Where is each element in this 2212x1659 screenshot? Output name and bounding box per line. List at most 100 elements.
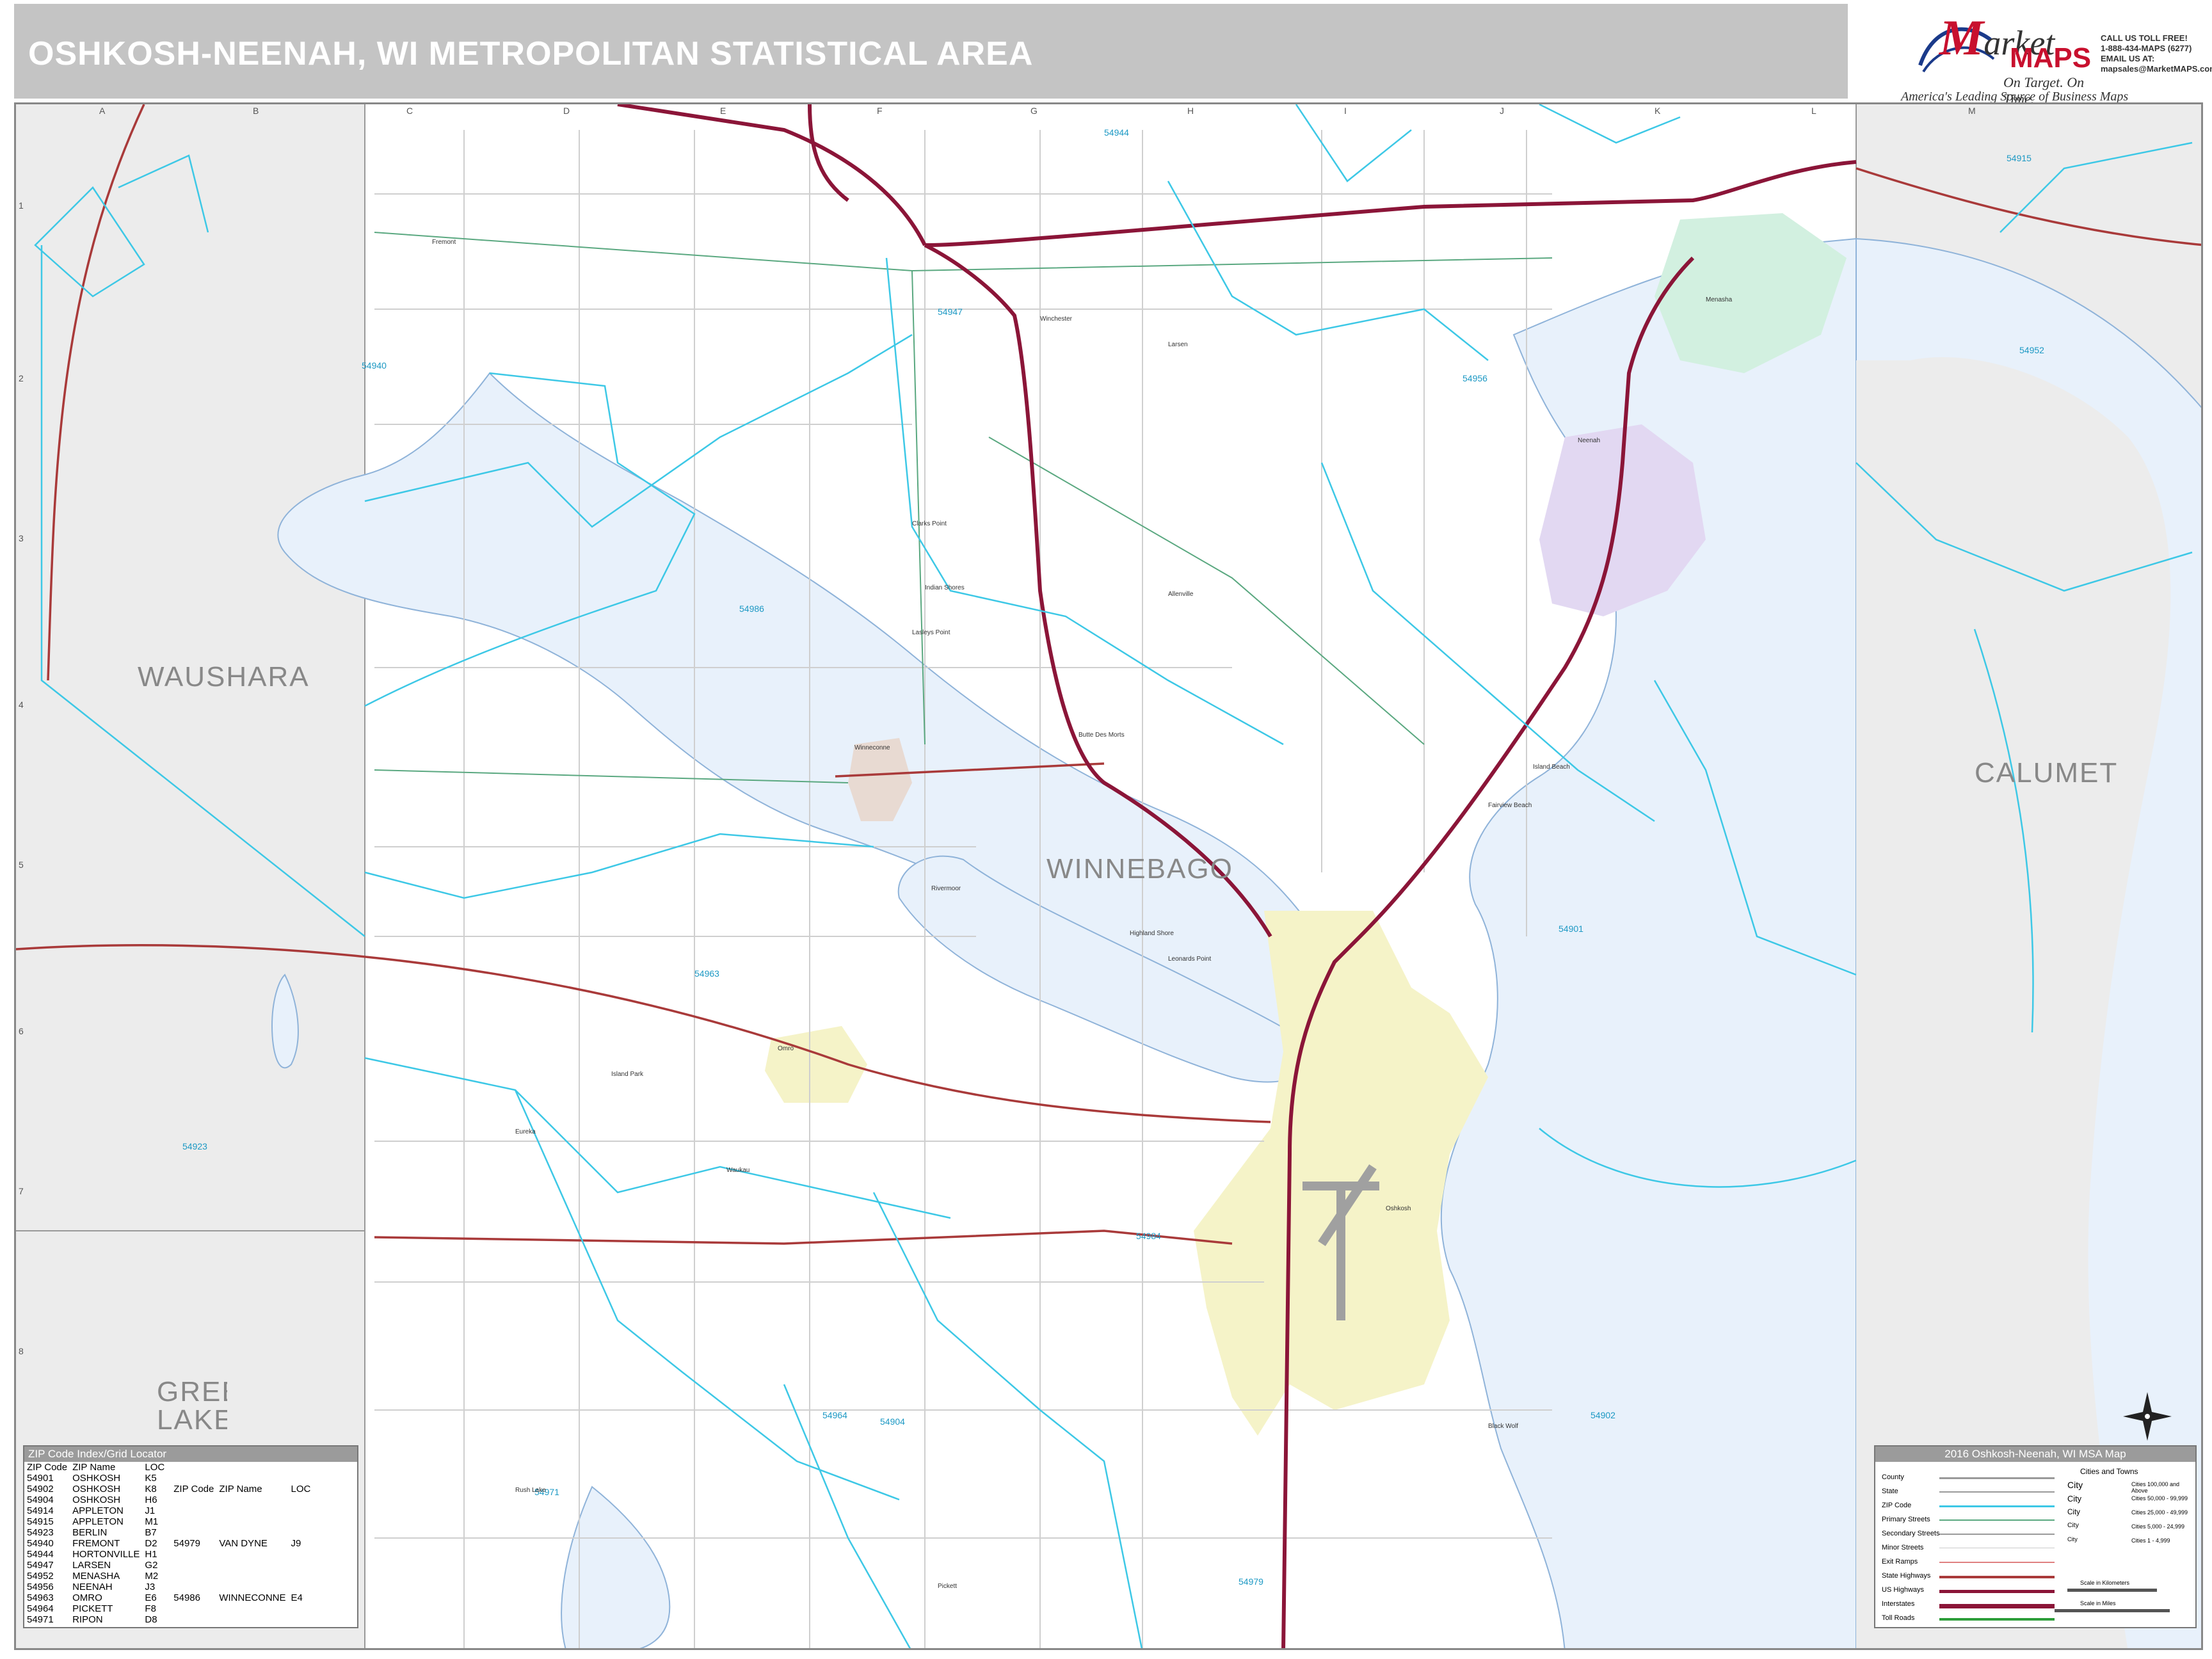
place-label: Leonards Point (1168, 956, 1212, 963)
zip-label: 54940 (362, 360, 387, 371)
zip-index-cell: NEENAH (72, 1582, 113, 1592)
zip-index-cell: APPLETON (72, 1516, 124, 1527)
zip-index-cell: H1 (145, 1549, 157, 1560)
legend-row-label: ZIP Code (1882, 1502, 1912, 1509)
contact-phone: 1-888-434-MAPS (6277) (2101, 44, 2192, 53)
zip-code-index: ZIP Code Index/Grid Locator ZIP Code ZIP… (23, 1445, 358, 1628)
legend-row-label: Primary Streets (1882, 1516, 1930, 1523)
logo-maps-text: MAPS (2010, 42, 2092, 74)
place-label: Butte Des Morts (1078, 732, 1125, 739)
legend-row-label: Toll Roads (1882, 1614, 1915, 1622)
zip-index-cell: 54971 (27, 1614, 54, 1625)
zip-index-row: 54940 FREMONT D2 (27, 1538, 170, 1549)
legend-scale-km: Scale in Kilometers (2080, 1580, 2130, 1586)
zip-index-cell: G2 (145, 1560, 158, 1571)
place-label: Fairview Beach (1488, 802, 1532, 809)
zip-label: 54952 (2019, 345, 2044, 355)
map-canvas[interactable]: A B C D E F G H I J K L M 1 2 3 4 5 6 7 … (14, 102, 2203, 1650)
place-label: Eureka (515, 1128, 536, 1135)
legend-city-name: City (2067, 1522, 2079, 1529)
grid-number-1: 1 (19, 200, 24, 211)
zip-index-cell: D8 (145, 1614, 157, 1625)
zip-index-cell: M1 (145, 1516, 159, 1527)
title-bar: OSHKOSH-NEENAH, WI METROPOLITAN STATISTI… (14, 4, 1848, 99)
zip-index-row: 54944 HORTONVILLE H1 (27, 1549, 170, 1560)
place-label: Oshkosh (1386, 1205, 1411, 1212)
zip-index-cell: J1 (145, 1505, 156, 1516)
legend-city-name: City (2067, 1536, 2078, 1543)
grid-letter-j: J (1500, 106, 1504, 116)
legend-row-swatch (1939, 1505, 2055, 1507)
zip-index-row: 54923 BERLIN B7 (27, 1527, 170, 1538)
legend-row-label: Interstates (1882, 1600, 1915, 1608)
zip-index-row: 54963 OMRO E6 (27, 1592, 170, 1603)
zip-index-cell: D2 (145, 1538, 157, 1549)
legend-row-swatch (1939, 1534, 2055, 1535)
zip-index-cell: 54915 (27, 1516, 54, 1527)
zip-index-cell: MENASHA (72, 1571, 120, 1582)
legend-row-swatch (1939, 1576, 2055, 1578)
place-label: Rivermoor (931, 885, 961, 892)
zip-index-cell: 54952 (27, 1571, 54, 1582)
zip-index-row: 54986 WINNECONNE E4 (173, 1571, 316, 1625)
legend-city-name: City (2067, 1494, 2082, 1503)
zip-index-cell: K8 (145, 1484, 157, 1495)
grid-number-6: 6 (19, 1026, 24, 1036)
scale-bar-mi (2055, 1609, 2170, 1612)
grid-number-8: 8 (19, 1346, 24, 1356)
zip-index-cell: F8 (145, 1603, 156, 1614)
zip-index-cell: 54902 (27, 1484, 54, 1495)
place-label: Indian Shores (925, 584, 965, 591)
contact-call: CALL US TOLL FREE! (2101, 33, 2188, 43)
legend-row-swatch (1939, 1491, 2055, 1493)
grid-number-4: 4 (19, 700, 24, 710)
legend-city-range: Cities 50,000 - 99,999 (2131, 1495, 2188, 1502)
zip-label: 54944 (1104, 127, 1129, 138)
legend-row-label: Exit Ramps (1882, 1558, 1918, 1566)
legend-city-range: Cities 5,000 - 24,999 (2131, 1523, 2185, 1530)
place-label: Lasleys Point (912, 629, 950, 636)
zip-index-cell: RIPON (72, 1614, 103, 1625)
county-label-calumet: CALUMET (1975, 757, 2119, 789)
legend-title: 2016 Oshkosh-Neenah, WI MSA Map (1875, 1447, 2195, 1462)
market-maps-logo: Market MAPS On Target. On Time. America'… (1888, 5, 2128, 107)
legend-city-range: Cities 25,000 - 49,999 (2131, 1509, 2188, 1516)
place-label: Highland Shore (1130, 930, 1174, 937)
zip-index-cell: BERLIN (72, 1527, 108, 1538)
legend-scale-mi: Scale in Miles (2080, 1600, 2116, 1607)
zip-index-cell: K5 (145, 1473, 157, 1484)
grid-letter-e: E (720, 106, 726, 116)
grid-letter-f: F (877, 106, 883, 116)
grid-letter-l: L (1811, 106, 1816, 116)
zip-index-cell: PICKETT (72, 1603, 113, 1614)
legend-row-swatch (1939, 1618, 2055, 1621)
place-label: Island Park (611, 1071, 644, 1078)
grid-letter-c: C (406, 106, 413, 116)
grid-number-3: 3 (19, 533, 24, 543)
legend-row-swatch (1939, 1477, 2055, 1479)
place-label: Allenville (1168, 591, 1194, 598)
legend-row-label: Minor Streets (1882, 1544, 1924, 1551)
zip-index-cell: 54944 (27, 1549, 54, 1560)
legend-row-label: US Highways (1882, 1586, 1925, 1594)
zip-index-cell: J3 (145, 1582, 156, 1592)
place-label: Fremont (432, 239, 456, 246)
place-label: Rush Lake (515, 1487, 546, 1494)
zip-index-table-right: ZIP Code ZIP Name LOC 54979 VAN DYNE J9 549… (173, 1462, 316, 1625)
place-label: Menasha (1706, 296, 1733, 303)
grid-number-2: 2 (19, 373, 24, 383)
zip-index-cell: 54940 (27, 1538, 54, 1549)
zip-index-row: 54904 OSHKOSH H6 (27, 1495, 170, 1505)
place-label: Black Wolf (1488, 1423, 1519, 1430)
zip-label: 54986 (739, 604, 764, 614)
zip-index-cell: HORTONVILLE (72, 1549, 140, 1560)
place-label: Island Beach (1533, 764, 1570, 771)
zip-index-cell: 54904 (27, 1495, 54, 1505)
zip-index-row: 54914 APPLETON J1 (27, 1505, 170, 1516)
contact-email-label: EMAIL US AT: (2101, 54, 2155, 63)
zip-index-title: ZIP Code Index/Grid Locator (24, 1447, 357, 1462)
place-label: Winneconne (854, 744, 890, 751)
legend-city-name: City (2067, 1508, 2080, 1516)
grid-letter-h: H (1187, 106, 1194, 116)
zip-label: 54901 (1559, 924, 1583, 934)
